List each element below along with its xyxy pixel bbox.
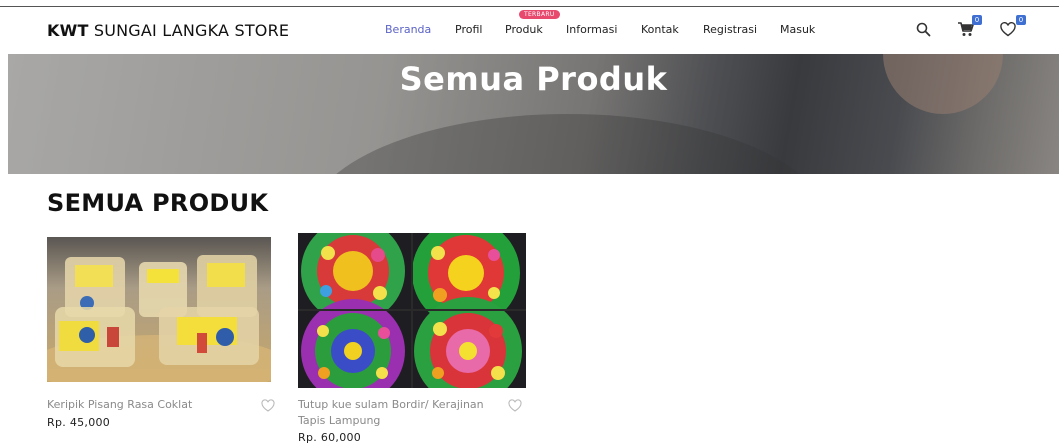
product-image[interactable] (298, 233, 526, 388)
section-title: SEMUA PRODUK (47, 189, 269, 217)
product-price: Rp. 45,000 (47, 416, 111, 429)
new-badge: TERBARU (519, 10, 560, 19)
nav-item-produk[interactable]: Produk (505, 23, 543, 36)
wishlist-heart-icon[interactable] (1000, 22, 1016, 41)
nav-item-registrasi[interactable]: Registrasi (703, 23, 757, 36)
product-name[interactable]: Keripik Pisang Rasa Coklat (47, 397, 237, 413)
wishlist-heart-icon[interactable] (261, 397, 275, 416)
brand-name: SUNGAI LANGKA STORE (93, 21, 290, 40)
hero-banner: Semua Produk (8, 54, 1059, 174)
brand-logo[interactable]: KWT SUNGAI LANGKA STORE (47, 21, 289, 40)
nav-item-profil[interactable]: Profil (455, 23, 482, 36)
product-price: Rp. 60,000 (298, 431, 362, 444)
cart-count-badge: 0 (972, 15, 982, 25)
brand-bold: KWT (47, 21, 89, 40)
wishlist-count-badge: 0 (1016, 15, 1026, 25)
nav-item-masuk[interactable]: Masuk (780, 23, 815, 36)
navbar: KWT SUNGAI LANGKA STORE TERBARU Beranda … (0, 7, 1059, 54)
nav-item-informasi[interactable]: Informasi (566, 23, 617, 36)
wishlist-heart-icon[interactable] (508, 397, 522, 416)
product-image[interactable] (47, 237, 271, 382)
nav-item-kontak[interactable]: Kontak (641, 23, 679, 36)
hero-title: Semua Produk (399, 60, 668, 98)
product-name[interactable]: Tutup kue sulam Bordir/ Kerajinan Tapis … (298, 397, 488, 429)
nav-item-beranda[interactable]: Beranda (385, 23, 431, 36)
search-icon[interactable] (916, 22, 931, 41)
